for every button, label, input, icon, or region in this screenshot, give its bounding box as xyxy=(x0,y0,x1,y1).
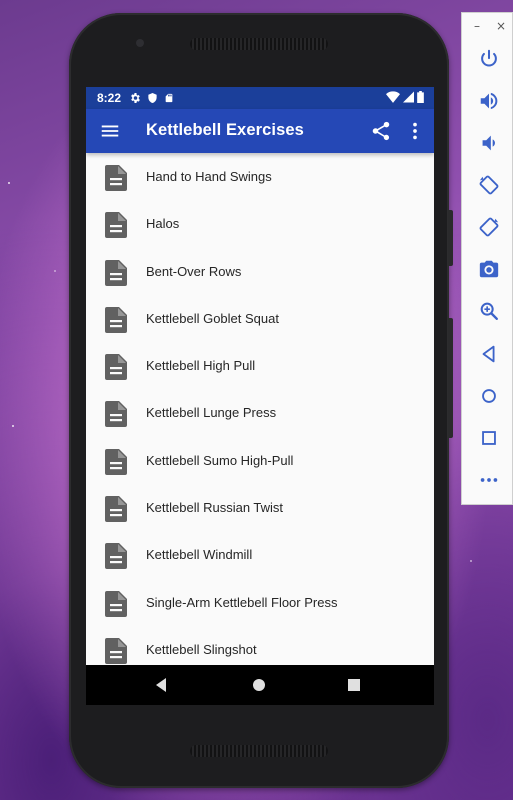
background-star xyxy=(54,270,56,272)
camera-icon[interactable] xyxy=(478,258,500,280)
list-item-russian-twist[interactable]: Kettlebell Russian Twist xyxy=(86,484,434,531)
wifi-icon xyxy=(386,91,400,103)
list-item-single-arm-floor-press[interactable]: Single-Arm Kettlebell Floor Press xyxy=(86,579,434,626)
front-camera xyxy=(136,39,144,47)
list-item-label: Kettlebell Russian Twist xyxy=(146,500,284,516)
background-star xyxy=(12,425,14,427)
document-icon xyxy=(105,212,127,239)
emulator-toolbar: – × xyxy=(461,12,513,505)
list-item-lunge-press[interactable]: Kettlebell Lunge Press xyxy=(86,389,434,436)
list-item-high-pull[interactable]: Kettlebell High Pull xyxy=(86,342,434,389)
list-item-label: Hand to Hand Swings xyxy=(146,169,272,184)
app-bar: Kettlebell Exercises xyxy=(86,109,434,153)
document-icon xyxy=(105,543,127,570)
close-button[interactable]: × xyxy=(496,19,506,33)
volume-down-icon[interactable] xyxy=(478,132,500,154)
overview-icon[interactable] xyxy=(478,427,500,449)
document-icon xyxy=(105,496,127,523)
document-icon xyxy=(105,448,127,475)
list-item-bent-over-rows[interactable]: Bent-Over Rows xyxy=(86,248,434,295)
sd-card-icon xyxy=(165,93,173,103)
phone-power-button xyxy=(448,210,453,266)
list-item-label: Kettlebell Sumo High-Pull xyxy=(146,452,294,468)
power-icon[interactable] xyxy=(478,48,500,70)
document-icon xyxy=(105,590,127,617)
nav-overview-icon[interactable] xyxy=(344,675,364,695)
signal-icon xyxy=(403,91,414,103)
menu-icon[interactable] xyxy=(99,120,121,142)
document-icon xyxy=(105,354,127,381)
rotate-left-icon[interactable] xyxy=(478,174,500,196)
page-title: Kettlebell Exercises xyxy=(146,121,304,139)
navigation-bar xyxy=(86,665,434,705)
list-item-halos[interactable]: Halos xyxy=(86,200,434,247)
list-item-slingshot[interactable]: Kettlebell Slingshot xyxy=(86,626,434,665)
document-icon xyxy=(105,637,127,664)
bottom-speaker xyxy=(190,745,328,757)
list-item-windmill[interactable]: Kettlebell Windmill xyxy=(86,531,434,578)
list-item-label: Kettlebell Slingshot xyxy=(146,641,257,657)
top-speaker xyxy=(190,38,328,50)
home-icon[interactable] xyxy=(478,385,500,407)
nav-home-icon[interactable] xyxy=(249,675,269,695)
document-icon xyxy=(105,401,127,428)
rotate-right-icon[interactable] xyxy=(478,216,500,238)
exercise-list: Hand to Hand Swings Halos Bent-Over Rows… xyxy=(86,153,434,665)
list-item-label: Single-Arm Kettlebell Floor Press xyxy=(146,594,338,610)
more-vert-icon[interactable] xyxy=(404,120,426,142)
battery-icon xyxy=(417,91,424,103)
minimize-button[interactable]: – xyxy=(474,19,480,33)
list-item-label: Bent-Over Rows xyxy=(146,263,242,279)
list-item-label: Kettlebell Windmill xyxy=(146,547,253,563)
background-star xyxy=(470,560,472,562)
list-item-label: Kettlebell Goblet Squat xyxy=(146,310,279,326)
document-icon xyxy=(105,259,127,286)
more-icon[interactable] xyxy=(478,469,500,491)
list-item-label: Halos xyxy=(146,216,180,232)
phone-volume-button xyxy=(448,318,453,438)
document-icon xyxy=(105,165,127,191)
list-item-label: Kettlebell Lunge Press xyxy=(146,405,277,421)
status-bar: 8:22 xyxy=(86,87,434,109)
volume-up-icon[interactable] xyxy=(478,90,500,112)
settings-icon xyxy=(131,93,140,103)
list-item-hand-to-hand-swings[interactable]: Hand to Hand Swings xyxy=(86,153,434,200)
nav-back-icon[interactable] xyxy=(152,675,172,695)
device-screen: 8:22 Kettlebell Exercises Hand to Hand S… xyxy=(86,87,434,705)
list-item-sumo-high-pull[interactable]: Kettlebell Sumo High-Pull xyxy=(86,437,434,484)
share-icon[interactable] xyxy=(370,120,392,142)
document-icon xyxy=(105,306,127,333)
zoom-icon[interactable] xyxy=(478,300,500,322)
status-time: 8:22 xyxy=(97,91,122,105)
background-star xyxy=(8,182,10,184)
list-item-label: Kettlebell High Pull xyxy=(146,358,256,374)
shield-icon xyxy=(148,92,157,104)
back-icon[interactable] xyxy=(478,343,500,365)
list-item-goblet-squat[interactable]: Kettlebell Goblet Squat xyxy=(86,295,434,342)
